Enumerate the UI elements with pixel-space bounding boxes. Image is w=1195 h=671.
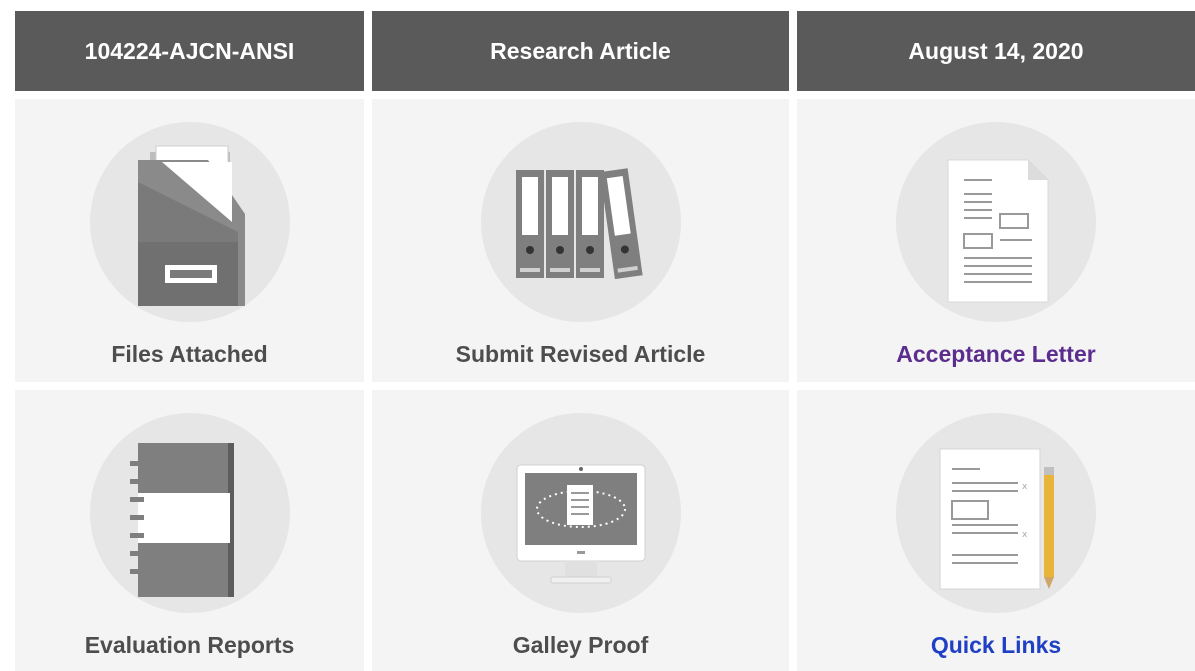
tile-files-attached[interactable]: Files Attached [15, 99, 364, 382]
article-type-header: Research Article [372, 11, 789, 91]
monitor-icon [516, 464, 645, 584]
quick-links-link[interactable]: Quick Links [797, 632, 1195, 659]
checklist-pencil-icon: x x [939, 448, 1054, 590]
galley-proof-label[interactable]: Galley Proof [372, 632, 789, 659]
tile-galley-proof[interactable]: Galley Proof [372, 390, 789, 671]
svg-text:x: x [1022, 530, 1028, 540]
notebook-icon [129, 443, 234, 597]
tile-submit-revised-article[interactable]: Submit Revised Article [372, 99, 789, 382]
file-box-icon [137, 145, 245, 306]
submit-revised-article-label[interactable]: Submit Revised Article [372, 341, 789, 368]
svg-text:x: x [1022, 482, 1028, 492]
files-attached-label[interactable]: Files Attached [15, 341, 364, 368]
tile-quick-links[interactable]: x x Quick Links [797, 390, 1195, 671]
document-icon [947, 159, 1049, 303]
acceptance-letter-link[interactable]: Acceptance Letter [797, 341, 1195, 368]
tile-evaluation-reports[interactable]: Evaluation Reports [15, 390, 364, 671]
evaluation-reports-label[interactable]: Evaluation Reports [15, 632, 364, 659]
date-header: August 14, 2020 [797, 11, 1195, 91]
article-type-text: Research Article [490, 37, 671, 64]
date-text: August 14, 2020 [908, 37, 1084, 64]
tile-acceptance-letter[interactable]: Acceptance Letter [797, 99, 1195, 382]
manuscript-id-text: 104224-AJCN-ANSI [84, 37, 295, 64]
manuscript-id-header: 104224-AJCN-ANSI [15, 11, 364, 91]
binders-icon [515, 168, 643, 280]
